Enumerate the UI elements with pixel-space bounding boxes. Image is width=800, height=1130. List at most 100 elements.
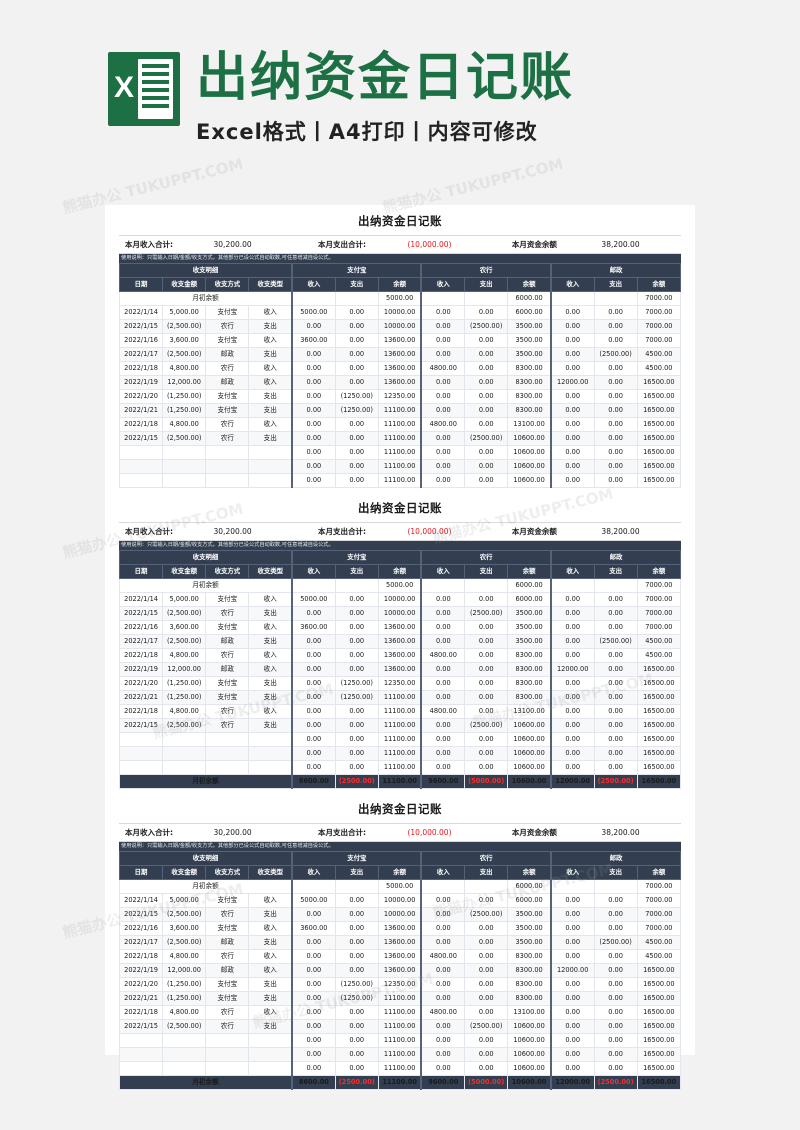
cell-bank-in[interactable]: 0.00 xyxy=(420,375,466,390)
cell-alipay-in[interactable]: 0.00 xyxy=(291,431,336,446)
cell-alipay-balance[interactable]: 13600.00 xyxy=(377,333,422,348)
cell-bank-balance[interactable]: 8300.00 xyxy=(507,662,552,677)
cell-date[interactable]: 2022/1/18 xyxy=(118,417,164,432)
total-bank-out[interactable]: (5000.00) xyxy=(464,774,509,789)
cell-date[interactable] xyxy=(118,1033,164,1048)
cell-amount[interactable]: (2,500.00) xyxy=(162,634,207,649)
cell-date[interactable]: 2022/1/15 xyxy=(118,907,164,922)
cell-amount[interactable]: 5,000.00 xyxy=(162,893,207,908)
cell-post-out[interactable]: 0.00 xyxy=(593,991,638,1006)
cell-post-balance[interactable]: 4500.00 xyxy=(636,347,682,362)
cell-alipay-in[interactable]: 0.00 xyxy=(291,347,336,362)
opening-bank-in[interactable] xyxy=(420,291,466,306)
cell-alipay-in[interactable]: 0.00 xyxy=(291,473,336,488)
cell-bank-out[interactable]: 0.00 xyxy=(464,473,509,488)
column-header-4[interactable]: 收入 xyxy=(291,564,336,579)
column-header-3[interactable]: 收支类型 xyxy=(248,277,293,292)
table-row[interactable]: 2022/1/20 (1,250.00) 支付宝 支出 0.00 (1250.00) 123… xyxy=(118,389,682,404)
cell-post-balance[interactable]: 7000.00 xyxy=(636,333,682,348)
opening-post-balance[interactable]: 7000.00 xyxy=(636,879,682,894)
cell-method[interactable]: 支付宝 xyxy=(205,333,250,348)
cell-post-in[interactable]: 0.00 xyxy=(549,935,595,950)
cell-method[interactable]: 支付宝 xyxy=(205,620,250,635)
cell-alipay-in[interactable]: 3600.00 xyxy=(291,333,336,348)
cell-post-in[interactable]: 0.00 xyxy=(549,760,595,775)
cell-alipay-out[interactable]: 0.00 xyxy=(334,634,379,649)
cell-post-in[interactable]: 0.00 xyxy=(549,634,595,649)
cell-bank-out[interactable]: 0.00 xyxy=(464,662,509,677)
cell-post-in[interactable]: 0.00 xyxy=(549,907,595,922)
cell-type[interactable] xyxy=(248,1047,293,1062)
total-bank-balance[interactable]: 10600.00 xyxy=(507,774,552,789)
cell-post-out[interactable]: 0.00 xyxy=(593,1005,638,1020)
column-header-2[interactable]: 收支方式 xyxy=(205,564,250,579)
cell-bank-balance[interactable]: 10600.00 xyxy=(507,760,552,775)
cell-bank-in[interactable]: 0.00 xyxy=(420,403,466,418)
cell-method[interactable]: 支付宝 xyxy=(205,977,250,992)
cell-bank-balance[interactable]: 3500.00 xyxy=(507,921,552,936)
cell-date[interactable] xyxy=(118,459,164,474)
cell-post-balance[interactable]: 4500.00 xyxy=(636,648,682,663)
opening-bank-balance[interactable]: 6000.00 xyxy=(507,879,552,894)
opening-post-out[interactable] xyxy=(593,578,638,593)
cell-type[interactable] xyxy=(248,732,293,747)
cell-bank-balance[interactable]: 8300.00 xyxy=(507,991,552,1006)
cell-date[interactable] xyxy=(118,1061,164,1076)
column-header-1[interactable]: 收支金额 xyxy=(162,277,207,292)
cell-amount[interactable]: (1,250.00) xyxy=(162,676,207,691)
cell-type[interactable]: 收入 xyxy=(248,921,293,936)
cell-bank-out[interactable]: 0.00 xyxy=(464,690,509,705)
cell-post-balance[interactable]: 16500.00 xyxy=(636,1019,682,1034)
opening-alipay-in[interactable] xyxy=(291,291,336,306)
cell-bank-out[interactable]: 0.00 xyxy=(464,375,509,390)
cell-post-out[interactable]: 0.00 xyxy=(593,662,638,677)
cell-post-in[interactable]: 0.00 xyxy=(549,1005,595,1020)
cell-type[interactable] xyxy=(248,459,293,474)
cell-amount[interactable]: 12,000.00 xyxy=(162,963,207,978)
cell-alipay-in[interactable]: 0.00 xyxy=(291,417,336,432)
column-header-6[interactable]: 余额 xyxy=(377,277,422,292)
table-row[interactable]: 2022/1/19 12,000.00 邮政 收入 0.00 0.00 13600.00 0.… xyxy=(118,662,682,677)
cell-bank-in[interactable]: 4800.00 xyxy=(420,417,466,432)
cell-type[interactable]: 支出 xyxy=(248,1019,293,1034)
cell-alipay-balance[interactable]: 11100.00 xyxy=(377,746,422,761)
cell-alipay-balance[interactable]: 11100.00 xyxy=(377,991,422,1006)
cell-bank-out[interactable]: 0.00 xyxy=(464,746,509,761)
cell-type[interactable]: 收入 xyxy=(248,375,293,390)
cell-bank-in[interactable]: 4800.00 xyxy=(420,361,466,376)
cell-bank-balance[interactable]: 8300.00 xyxy=(507,375,552,390)
cell-date[interactable]: 2022/1/19 xyxy=(118,662,164,677)
opening-post-in[interactable] xyxy=(549,578,595,593)
cell-bank-out[interactable]: 0.00 xyxy=(464,417,509,432)
cell-alipay-balance[interactable]: 11100.00 xyxy=(377,431,422,446)
cell-bank-out[interactable]: 0.00 xyxy=(464,347,509,362)
opening-alipay-balance[interactable]: 5000.00 xyxy=(377,879,422,894)
total-post-out[interactable]: (2500.00) xyxy=(593,1075,638,1090)
cell-post-out[interactable]: 0.00 xyxy=(593,704,638,719)
table-row[interactable]: 2022/1/14 5,000.00 支付宝 收入 5000.00 0.00 10000.0… xyxy=(118,893,682,908)
column-header-0[interactable]: 日期 xyxy=(118,564,164,579)
cell-alipay-in[interactable]: 0.00 xyxy=(291,676,336,691)
cell-amount[interactable]: (2,500.00) xyxy=(162,718,207,733)
cell-method[interactable]: 支付宝 xyxy=(205,991,250,1006)
cell-type[interactable]: 收入 xyxy=(248,662,293,677)
cell-type[interactable]: 支出 xyxy=(248,690,293,705)
column-header-10[interactable]: 收入 xyxy=(549,277,595,292)
cell-post-balance[interactable]: 7000.00 xyxy=(636,893,682,908)
cell-method[interactable]: 农行 xyxy=(205,319,250,334)
cell-date[interactable]: 2022/1/15 xyxy=(118,431,164,446)
table-row[interactable]: 2022/1/14 5,000.00 支付宝 收入 5000.00 0.00 10000.0… xyxy=(118,305,682,320)
cell-method[interactable]: 农行 xyxy=(205,704,250,719)
cell-alipay-in[interactable]: 0.00 xyxy=(291,935,336,950)
cell-method[interactable] xyxy=(205,746,250,761)
cell-amount[interactable]: (2,500.00) xyxy=(162,431,207,446)
cell-alipay-out[interactable]: 0.00 xyxy=(334,319,379,334)
cell-type[interactable]: 收入 xyxy=(248,361,293,376)
cell-alipay-in[interactable]: 0.00 xyxy=(291,1061,336,1076)
cell-alipay-out[interactable]: 0.00 xyxy=(334,732,379,747)
cell-bank-in[interactable]: 0.00 xyxy=(420,473,466,488)
table-row[interactable]: 0.00 0.00 11100.00 0.00 0.00 10600.00 0.00 0.00… xyxy=(118,760,682,775)
cell-method[interactable]: 支付宝 xyxy=(205,921,250,936)
cell-post-out[interactable]: 0.00 xyxy=(593,893,638,908)
cell-date[interactable]: 2022/1/17 xyxy=(118,935,164,950)
